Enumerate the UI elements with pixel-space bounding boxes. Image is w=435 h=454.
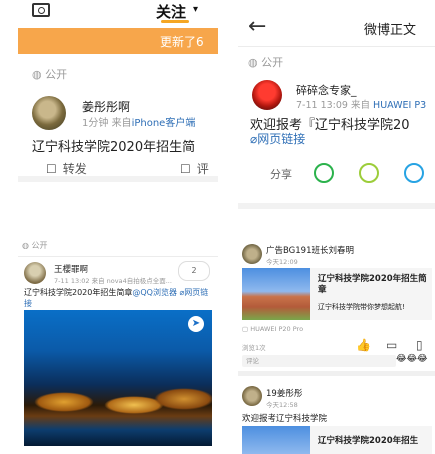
post-time: 7-11 13:09 [296, 100, 348, 111]
avatar[interactable] [242, 244, 262, 264]
tab-indicator [161, 20, 189, 23]
emoji-reactions: 😂😂😂 [396, 354, 428, 364]
post-content: 欢迎报考辽宁科技学院 [242, 414, 328, 424]
source-prefix: 来自 [111, 118, 132, 129]
shared-link-card[interactable]: 辽宁科技学院2020年招生 [242, 426, 432, 454]
post-meta: 1分钟 来自iPhone客户端 [82, 114, 195, 129]
phone-icon: ▢ [242, 325, 249, 333]
comment-button[interactable]: ☐ 评 [180, 160, 209, 177]
weibo-detail-panel: ← 微博正文 ◍ 公开 碎碎念专家_ 7-11 13:09 来自 HUAWEI … [238, 0, 435, 210]
device-text: HUAWEI P20 Pro [250, 325, 304, 333]
visibility-text: 公开 [45, 68, 68, 81]
source-prefix: 来自 [351, 100, 371, 111]
cave-lights [34, 392, 94, 412]
globe-icon: ◍ [32, 68, 42, 81]
top-bar: 关注 ▾ [18, 0, 218, 24]
like-badge[interactable]: 2 [178, 261, 210, 281]
globe-icon: ◍ [248, 56, 258, 69]
comment-icon: ☐ [180, 161, 191, 176]
shared-link-card[interactable]: 辽宁科技学院2020年招生简章 辽宁科技学院带你梦想起航! [242, 268, 432, 320]
cave-lights [154, 388, 212, 410]
card-title: 辽宁科技学院2020年招生 [318, 436, 419, 446]
avatar[interactable] [32, 96, 66, 130]
visibility-label: ◍ 公开 [22, 240, 48, 251]
campus-thumbnail [242, 268, 310, 320]
visibility-label: ◍ 公开 [32, 66, 67, 82]
share-label: 分享 [270, 168, 292, 181]
web-link[interactable]: ⌀网页链接 [250, 130, 305, 147]
visibility-text: 公开 [261, 56, 284, 69]
wechat-icon[interactable] [314, 163, 334, 183]
avatar[interactable] [24, 262, 46, 284]
username[interactable]: 19姜彤彤 [266, 387, 302, 399]
share-icon[interactable]: ▯ [416, 338, 423, 352]
post-time: 今天12:09 [266, 258, 298, 266]
globe-icon: ◍ [22, 241, 29, 250]
username[interactable]: 姜彤彤啊 [82, 98, 130, 115]
image-action-icon[interactable]: ➤ [188, 316, 204, 332]
page-title: 微博正文 [364, 23, 417, 38]
device-label: ▢ HUAWEI P20 Pro [242, 325, 303, 333]
post-text: 辽宁科技学院2020年招生简章 [24, 288, 133, 297]
moments-icon[interactable] [359, 163, 379, 183]
card-title: 辽宁科技学院2020年招生简章 [318, 274, 427, 295]
repost-icon: ☐ [46, 161, 57, 176]
post-content[interactable]: 辽宁科技学院2020年招生简 [32, 136, 195, 155]
chevron-down-icon[interactable]: ▾ [193, 4, 198, 15]
update-banner[interactable]: 更新了6 [18, 28, 218, 54]
header-divider [238, 46, 435, 47]
comment-label: 评 [196, 162, 209, 176]
moments-feed-panel: 广告BG191班长刘春明 今天12:09 辽宁科技学院2020年招生简章 辽宁科… [238, 238, 435, 454]
post-content: 辽宁科技学院2020年招生简章@QQ浏览器 ⌀网页链接 [24, 287, 214, 309]
card-subtitle: 辽宁科技学院带你梦想起航! [318, 303, 405, 311]
visibility-text: 公开 [31, 241, 48, 250]
post-meta: 7-11 13:09 来自 HUAWEI P3 [296, 97, 426, 111]
avatar[interactable] [242, 386, 262, 406]
camera-icon[interactable] [32, 3, 50, 17]
qq-icon[interactable] [404, 163, 424, 183]
post-source[interactable]: iPhone客户端 [132, 118, 196, 129]
divider [18, 176, 218, 182]
post-image[interactable]: ➤ [24, 310, 212, 446]
username[interactable]: 广告BG191班长刘春明 [266, 244, 354, 256]
web-link-text: 网页链接 [257, 132, 306, 146]
post-source[interactable]: HUAWEI P3 [373, 100, 426, 111]
tab-follow[interactable]: 关注 [156, 1, 186, 22]
qzone-post-panel: ◍ 公开 王櫻罪啊 7-11 13:02 来自 nova4自拍极点全面... 2… [18, 236, 218, 446]
avatar[interactable] [252, 80, 282, 110]
repost-label: 转发 [62, 162, 87, 176]
post-time: 1分钟 [82, 118, 109, 129]
weibo-feed-panel: 关注 ▾ 更新了6 ◍ 公开 姜彤彤啊 1分钟 来自iPhone客户端 辽宁科技… [18, 0, 218, 200]
divider [18, 256, 218, 257]
campus-thumbnail [242, 426, 310, 454]
username[interactable]: 王櫻罪啊 [54, 263, 88, 275]
post-meta: 7-11 13:02 来自 nova4自拍极点全面... [54, 277, 172, 285]
divider [238, 203, 435, 209]
comment-input[interactable]: 评论 [242, 355, 396, 367]
view-count: 浏览1次 [242, 344, 266, 352]
like-icon[interactable]: 👍 [356, 338, 371, 352]
comment-icon[interactable]: ▭ [386, 338, 397, 352]
post-time: 今天12:58 [266, 401, 298, 409]
update-text: 更新了6 [160, 35, 204, 49]
divider [238, 371, 435, 376]
back-arrow-icon[interactable]: ← [248, 14, 266, 39]
repost-button[interactable]: ☐ 转发 [46, 160, 87, 177]
username[interactable]: 碎碎念专家_ [296, 82, 357, 98]
visibility-label: ◍ 公开 [248, 54, 283, 70]
